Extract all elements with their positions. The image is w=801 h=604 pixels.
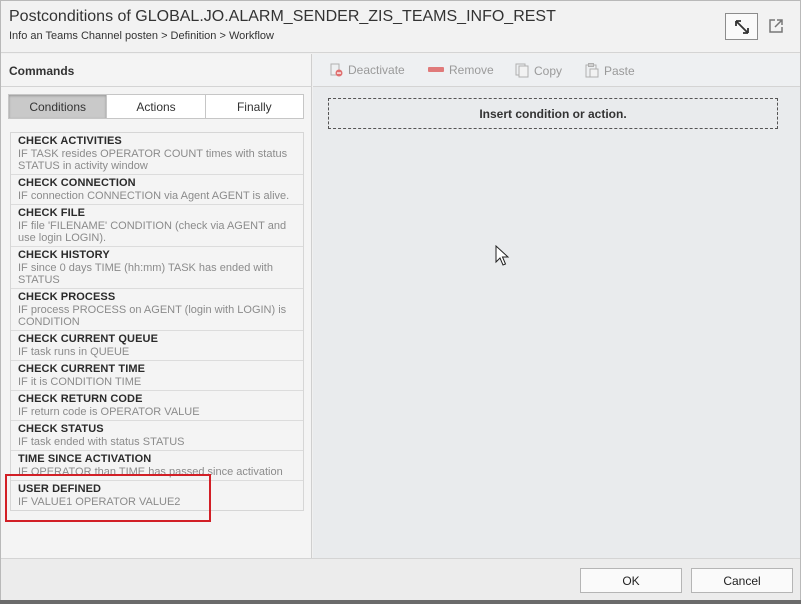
commands-header: Commands bbox=[1, 54, 312, 87]
postconditions-dialog: Postconditions of GLOBAL.JO.ALARM_SENDER… bbox=[0, 0, 801, 600]
command-description: IF connection CONNECTION via Agent AGENT… bbox=[18, 190, 290, 202]
command-description: IF TASK resides OPERATOR COUNT times wit… bbox=[18, 148, 288, 172]
command-name: CHECK FILE bbox=[18, 207, 85, 219]
copy-label: Copy bbox=[534, 63, 563, 78]
command-name: CHECK CURRENT QUEUE bbox=[18, 333, 159, 345]
list-item-check-status[interactable]: CHECK STATUS IF task ended with status S… bbox=[11, 421, 303, 451]
list-item-check-current-time[interactable]: CHECK CURRENT TIME IF it is CONDITION TI… bbox=[11, 361, 303, 391]
list-item-check-current-queue[interactable]: CHECK CURRENT QUEUE IF task runs in QUEU… bbox=[11, 331, 303, 361]
command-name: TIME SINCE ACTIVATION bbox=[18, 453, 152, 465]
deactivate-button[interactable]: Deactivate bbox=[329, 63, 405, 77]
command-name: CHECK PROCESS bbox=[18, 291, 116, 303]
copy-icon bbox=[515, 63, 529, 78]
tab-actions[interactable]: Actions bbox=[107, 95, 206, 118]
copy-button[interactable]: Copy bbox=[515, 63, 562, 78]
command-description: IF task runs in QUEUE bbox=[18, 346, 130, 358]
dialog-footer: OK Cancel bbox=[1, 558, 800, 600]
popout-button[interactable] bbox=[765, 15, 787, 37]
list-item-check-return-code[interactable]: CHECK RETURN CODE IF return code is OPER… bbox=[11, 391, 303, 421]
command-name: CHECK STATUS bbox=[18, 423, 104, 435]
insert-dropzone[interactable]: Insert condition or action. bbox=[328, 98, 778, 129]
list-item-check-activities[interactable]: CHECK ACTIVITIES IF TASK resides OPERATO… bbox=[11, 133, 303, 175]
command-description: IF process PROCESS on AGENT (login with … bbox=[18, 304, 287, 328]
list-item-check-file[interactable]: CHECK FILE IF file 'FILENAME' CONDITION … bbox=[11, 205, 303, 247]
command-description: IF task ended with status STATUS bbox=[18, 436, 185, 448]
highlight-box bbox=[5, 474, 211, 522]
commands-panel: Commands Conditions Actions Finally CHEC… bbox=[1, 54, 312, 558]
dialog-titlebar: Postconditions of GLOBAL.JO.ALARM_SENDER… bbox=[1, 1, 800, 53]
paste-button[interactable]: Paste bbox=[585, 63, 635, 78]
workflow-panel: Deactivate Remove Copy Paste Insert cond… bbox=[313, 54, 800, 558]
ok-button[interactable]: OK bbox=[580, 568, 682, 593]
command-name: CHECK ACTIVITIES bbox=[18, 135, 122, 147]
commands-list: CHECK ACTIVITIES IF TASK resides OPERATO… bbox=[10, 132, 304, 511]
toolbar: Deactivate Remove Copy Paste bbox=[313, 54, 800, 87]
maximize-icon bbox=[734, 19, 749, 34]
list-item-check-process[interactable]: CHECK PROCESS IF process PROCESS on AGEN… bbox=[11, 289, 303, 331]
command-name: CHECK RETURN CODE bbox=[18, 393, 143, 405]
breadcrumb: Info an Teams Channel posten > Definitio… bbox=[9, 30, 274, 42]
command-description: IF return code is OPERATOR VALUE bbox=[18, 406, 200, 418]
remove-icon bbox=[428, 66, 444, 74]
mouse-cursor-icon bbox=[495, 245, 510, 266]
command-name: CHECK CONNECTION bbox=[18, 177, 136, 189]
maximize-button[interactable] bbox=[725, 13, 758, 40]
dialog-title: Postconditions of GLOBAL.JO.ALARM_SENDER… bbox=[9, 8, 556, 25]
list-item-check-connection[interactable]: CHECK CONNECTION IF connection CONNECTIO… bbox=[11, 175, 303, 205]
command-name: CHECK HISTORY bbox=[18, 249, 110, 261]
paste-label: Paste bbox=[604, 63, 635, 78]
tab-finally[interactable]: Finally bbox=[206, 95, 303, 118]
tab-conditions[interactable]: Conditions bbox=[9, 95, 108, 118]
paste-icon bbox=[585, 63, 599, 78]
deactivate-label: Deactivate bbox=[348, 63, 405, 77]
command-description: IF file 'FILENAME' CONDITION (check via … bbox=[18, 220, 287, 244]
commands-title: Commands bbox=[9, 64, 75, 78]
command-description: IF it is CONDITION TIME bbox=[18, 376, 142, 388]
list-item-check-history[interactable]: CHECK HISTORY IF since 0 days TIME (hh:m… bbox=[11, 247, 303, 289]
remove-label: Remove bbox=[449, 63, 494, 77]
remove-button[interactable]: Remove bbox=[428, 63, 494, 77]
commands-tabs: Conditions Actions Finally bbox=[8, 94, 304, 119]
command-description: IF since 0 days TIME (hh:mm) TASK has en… bbox=[18, 262, 273, 286]
popout-icon bbox=[769, 19, 783, 33]
deactivate-icon bbox=[329, 63, 343, 77]
command-name: CHECK CURRENT TIME bbox=[18, 363, 146, 375]
cancel-button[interactable]: Cancel bbox=[691, 568, 793, 593]
